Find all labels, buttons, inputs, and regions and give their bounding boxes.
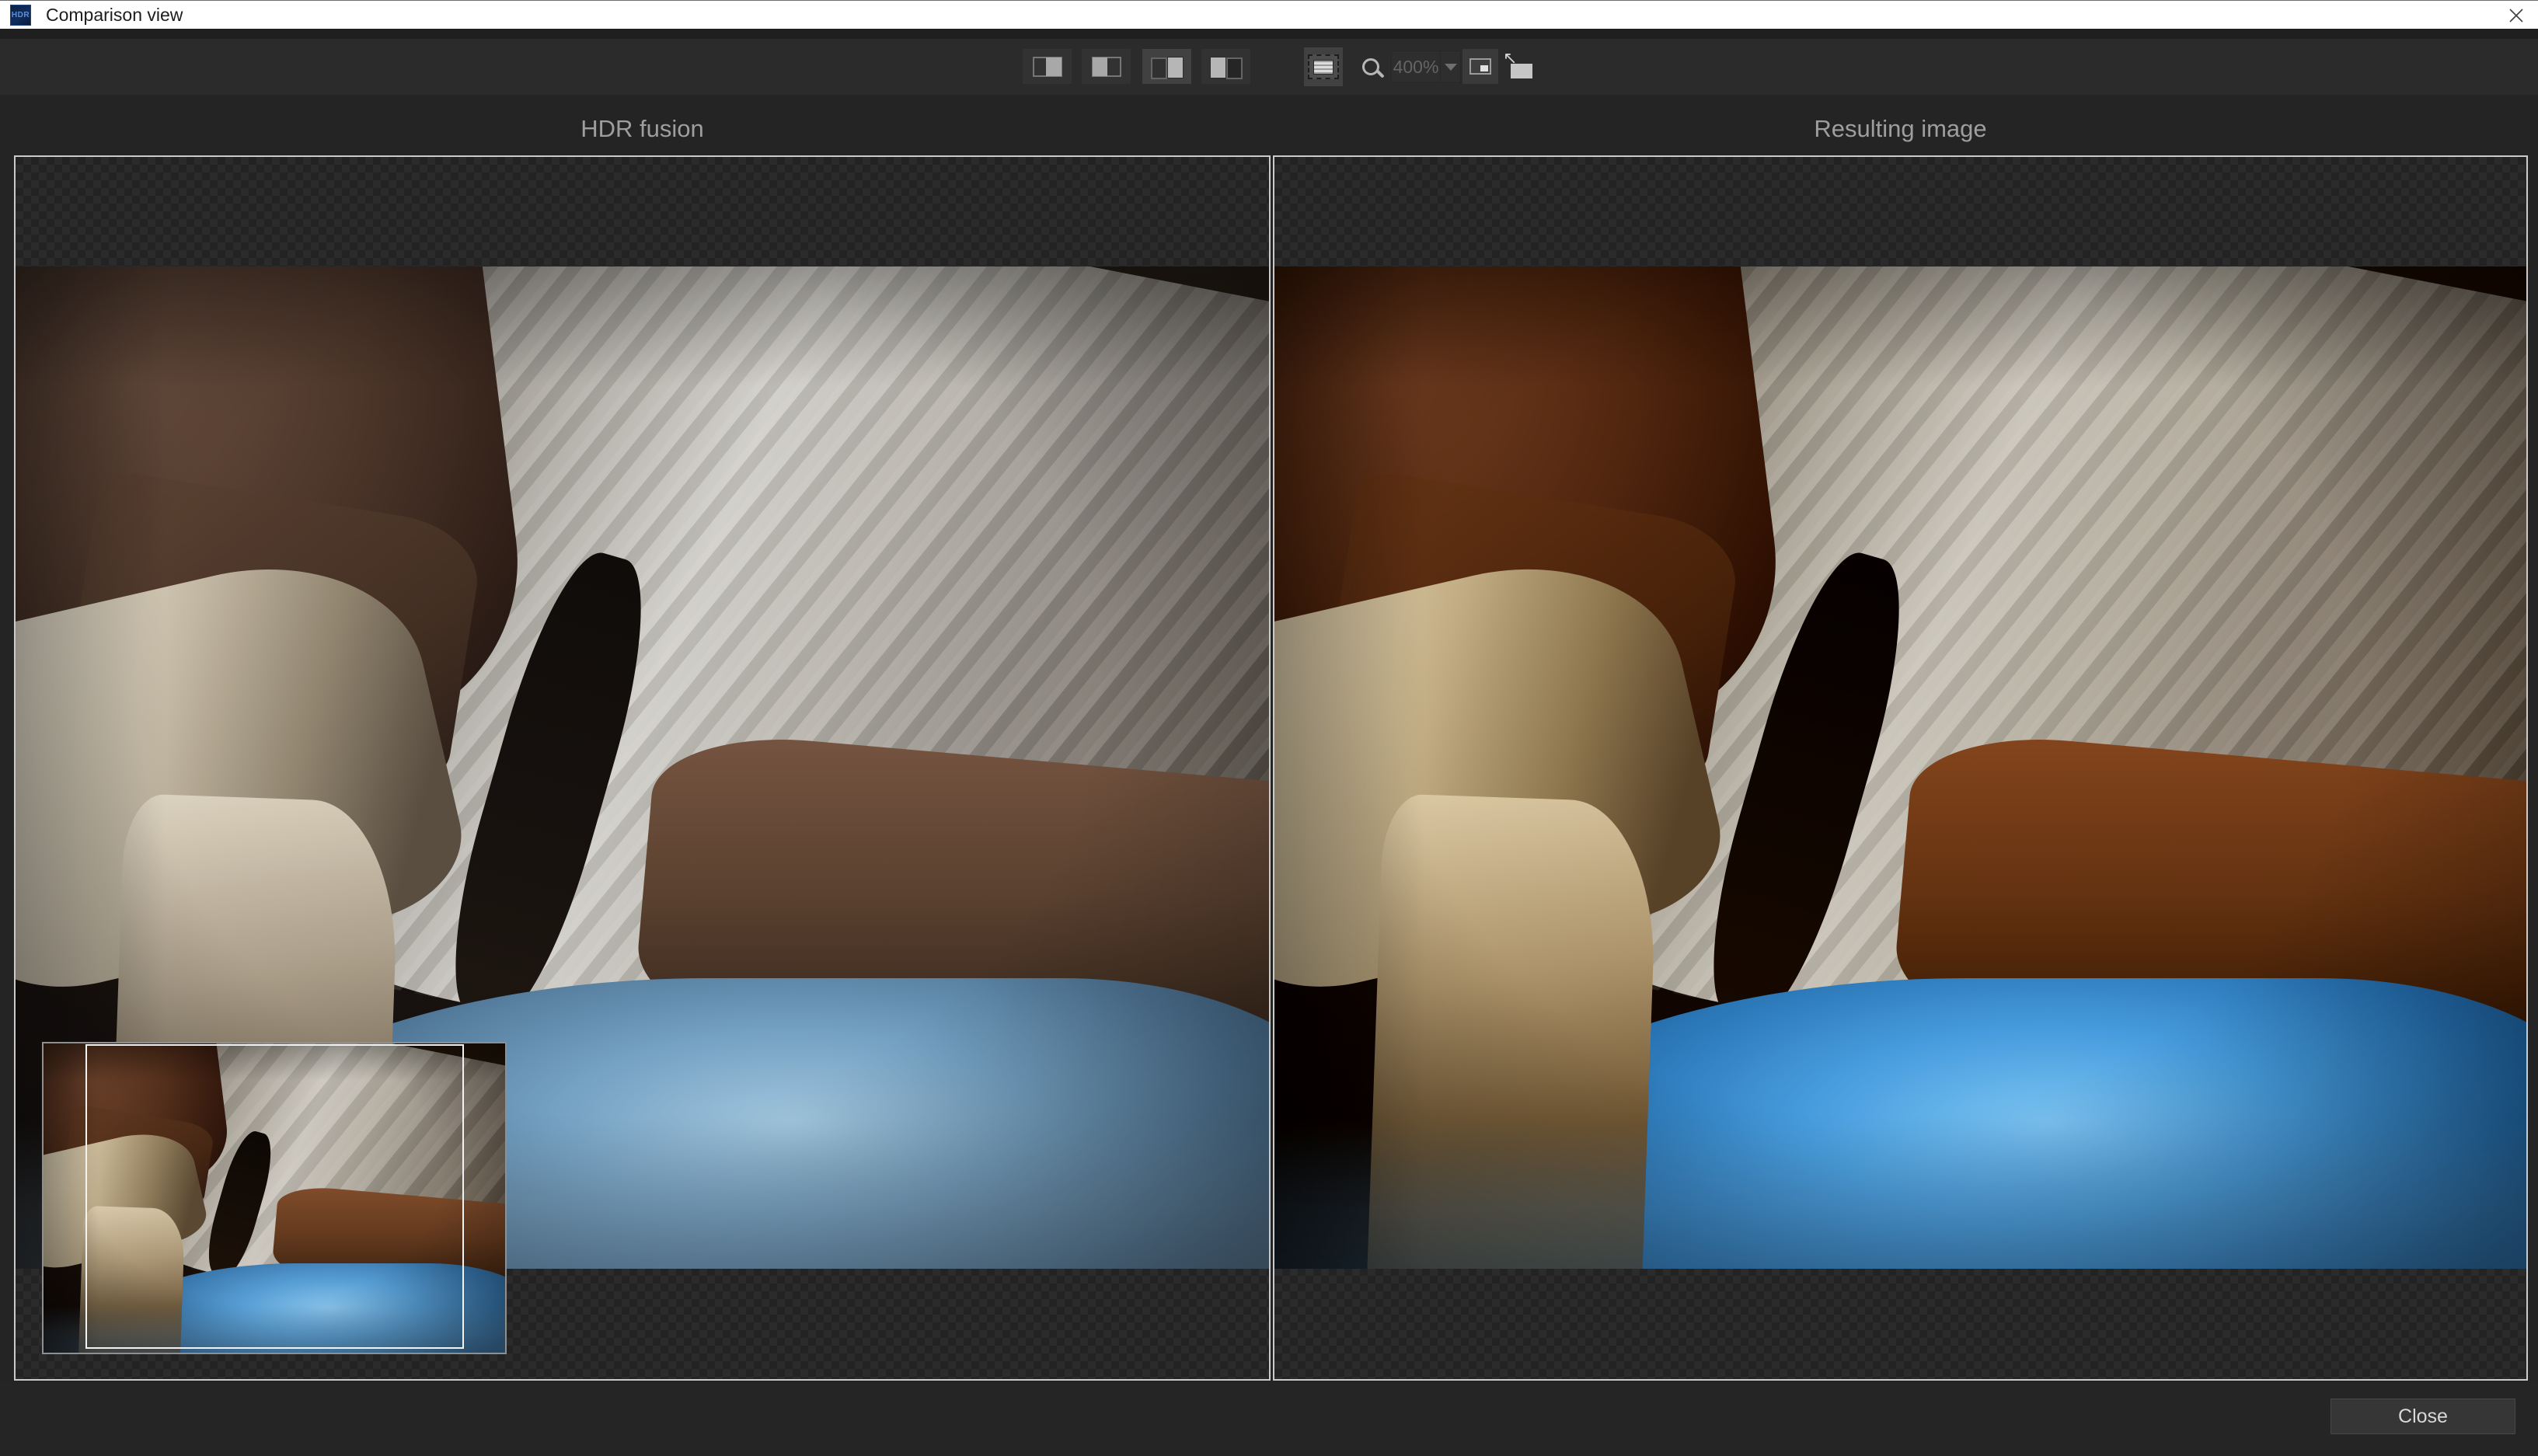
zoom-dropdown[interactable] [1440, 51, 1460, 82]
navigator-panel[interactable] [42, 1042, 507, 1354]
right-pane-header: Resulting image [1273, 115, 2528, 143]
actual-size-button[interactable] [1462, 49, 1498, 84]
photo-resulting-image[interactable] [1274, 266, 2526, 1269]
view-mode-two-pane-right-button[interactable] [1142, 49, 1191, 84]
split-view-right-icon [1033, 57, 1062, 77]
vignette-overlay [1274, 266, 2526, 1269]
chevron-down-icon [1445, 64, 1457, 71]
window-close-button[interactable] [2504, 3, 2529, 28]
close-button[interactable]: Close [2331, 1399, 2515, 1434]
window-title: Comparison view [46, 5, 183, 26]
view-mode-split-right-button[interactable] [1023, 49, 1072, 84]
comparison-panel-right [1273, 155, 2528, 1381]
fit-to-window-button[interactable] [1500, 49, 1537, 84]
zoom-level-select[interactable]: 400% [1391, 51, 1461, 83]
two-pane-left-icon [1210, 56, 1243, 78]
cave-scene [1274, 266, 2526, 1269]
fit-to-window-icon [1504, 55, 1532, 78]
split-view-left-icon [1092, 57, 1121, 77]
navigator-toggle-button[interactable] [1304, 47, 1343, 86]
footer-bar: Close [0, 1382, 2538, 1456]
actual-size-icon [1469, 58, 1491, 75]
left-pane-header: HDR fusion [14, 115, 1271, 143]
close-icon [2507, 6, 2526, 25]
view-mode-two-pane-left-button[interactable] [1201, 49, 1250, 84]
toolbar: 400% [0, 29, 2538, 95]
hdr-app-icon: HDR [10, 5, 31, 26]
magnifier-icon [1362, 58, 1379, 75]
title-bar: HDR Comparison view [0, 0, 2538, 29]
navigator-icon-page [1313, 60, 1333, 75]
comparison-view-window: HDR Comparison view [0, 0, 2538, 1456]
comparison-panel-left [14, 155, 1271, 1381]
navigator-icon [1308, 54, 1339, 79]
two-pane-right-icon [1151, 56, 1184, 78]
zoom-level-value: 400% [1392, 57, 1440, 78]
view-mode-split-left-button[interactable] [1082, 49, 1131, 84]
navigator-view-rect[interactable] [85, 1044, 464, 1349]
zoom-tool-button[interactable] [1354, 49, 1388, 84]
